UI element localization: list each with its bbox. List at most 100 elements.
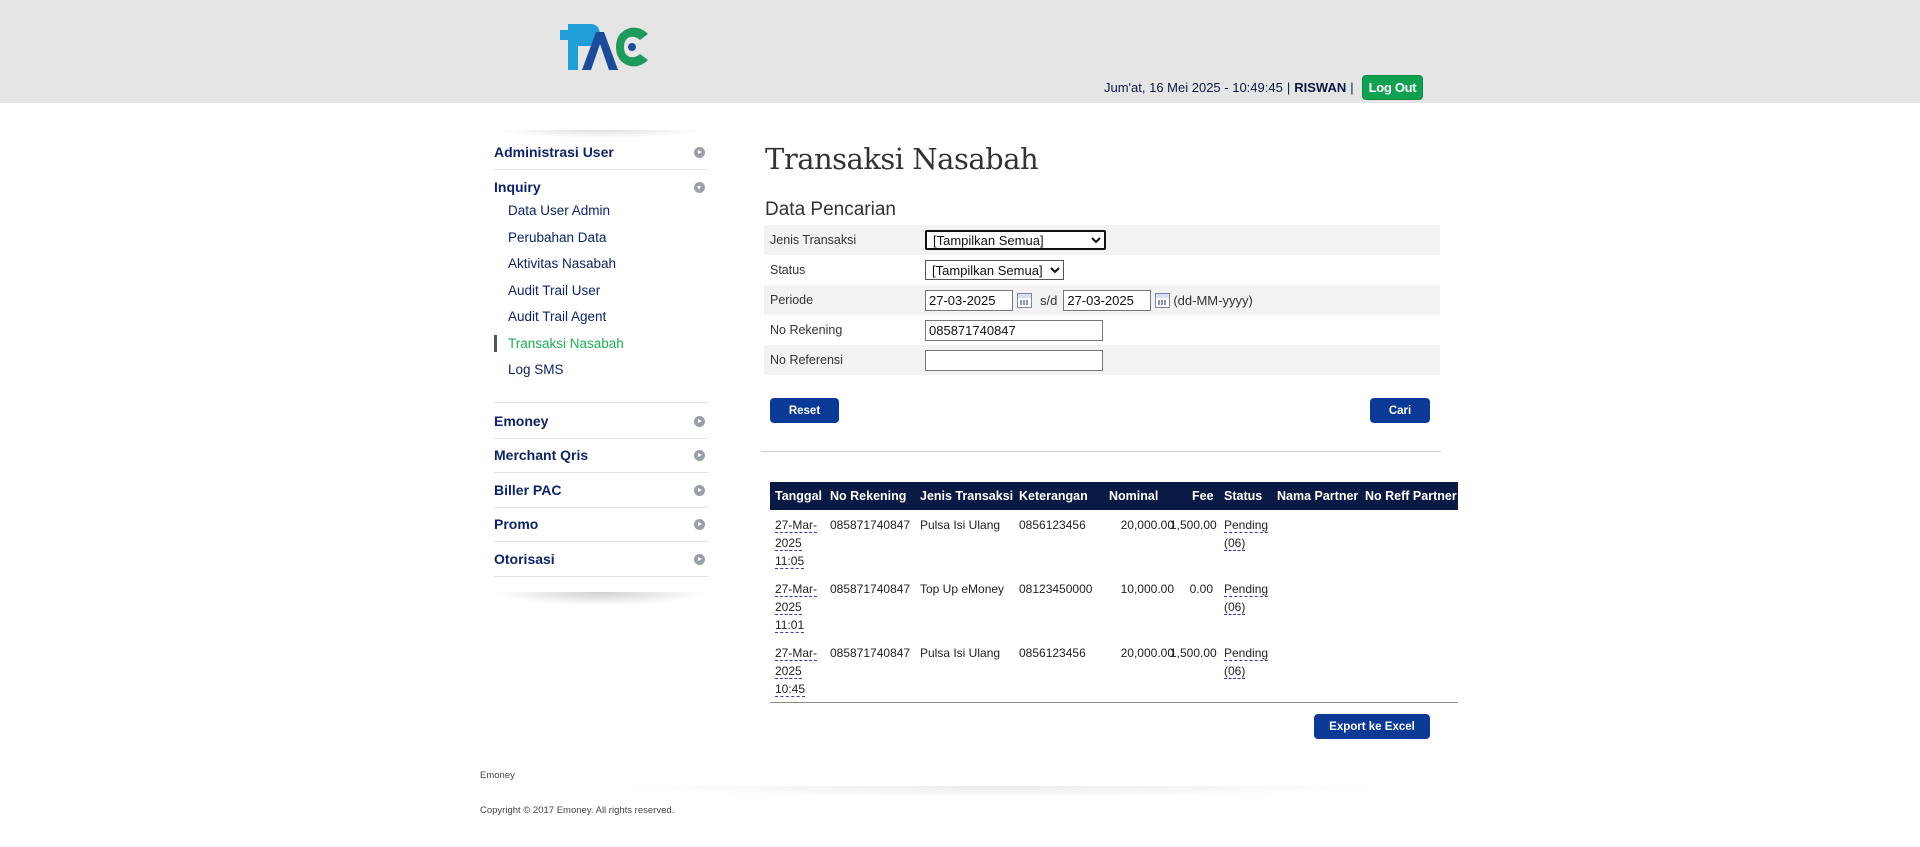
col-nominal[interactable]: Nominal (1109, 489, 1158, 503)
col-status[interactable]: Status (1224, 489, 1262, 503)
form-row-rekening: No Rekening (764, 315, 1440, 345)
sidebar-item-perubahan-data[interactable]: Perubahan Data (508, 230, 606, 245)
form-row-referensi: No Referensi (764, 345, 1440, 375)
jenis-transaksi-select[interactable]: [Tampilkan Semua] (925, 230, 1106, 250)
footer-label: Emoney (480, 770, 515, 781)
tanggal-link[interactable]: 27-Mar- (775, 518, 818, 533)
sidebar-item-transaksi-nasabah[interactable]: Transaksi Nasabah (508, 336, 624, 351)
periode-to-input[interactable] (1063, 289, 1152, 311)
col-no-rekening[interactable]: No Rekening (830, 489, 906, 503)
copyright-text: Copyright © 2017 Emoney. All rights rese… (480, 805, 675, 816)
cell-jenis: Pulsa Isi Ulang (920, 518, 1001, 532)
table-row: 27-Mar- 2025 11:01 085871740847 Top Up e… (770, 580, 1458, 640)
status-link[interactable]: Pending (1224, 582, 1269, 597)
status-link[interactable]: Pending (1224, 518, 1269, 533)
rekening-input[interactable] (925, 319, 1103, 341)
periode-label: Periode (770, 293, 814, 307)
chevron-down-icon (694, 181, 705, 193)
sidebar-group-biller-pac[interactable]: Biller PAC (494, 480, 708, 508)
date-format-hint: (dd-MM-yyyy) (1173, 292, 1253, 308)
sidebar-group-label: Merchant Qris (494, 447, 589, 463)
reset-button[interactable]: Reset (770, 398, 839, 423)
sidebar-group-emoney[interactable]: Emoney (494, 411, 708, 439)
status-link[interactable]: (06) (1224, 600, 1246, 615)
cell-fee: 1,500.00 (1170, 646, 1217, 660)
status-select[interactable]: [Tampilkan Semua] (925, 260, 1064, 280)
cari-button[interactable]: Cari (1370, 398, 1430, 423)
referensi-input[interactable] (925, 349, 1103, 371)
tanggal-link[interactable]: 11:05 (775, 554, 805, 569)
cell-status: Pending (06) (1224, 644, 1269, 680)
datetime-text: Jum'at, 16 Mei 2025 - 10:49:45 (1104, 79, 1283, 95)
separator: | (1286, 79, 1291, 95)
calendar-icon[interactable] (1017, 292, 1032, 308)
section-title: Data Pencarian (765, 199, 896, 220)
table-row: 27-Mar- 2025 11:05 085871740847 Pulsa Is… (770, 516, 1458, 576)
sidebar-group-inquiry[interactable]: Inquiry Data User Admin Perubahan Data A… (494, 177, 708, 403)
col-keterangan[interactable]: Keterangan (1019, 489, 1088, 503)
tanggal-link[interactable]: 2025 (775, 600, 802, 615)
tanggal-link[interactable]: 27-Mar- (775, 646, 818, 661)
form-row-periode: Periode s/d (dd-MM-yyyy) (764, 285, 1440, 315)
cell-keterangan: 0856123456 (1019, 518, 1086, 532)
periode-separator: s/d (1040, 292, 1058, 308)
header: Jum'at, 16 Mei 2025 - 10:49:45 | RISWAN … (0, 0, 1920, 103)
col-no-reff-partner[interactable]: No Reff Partner (1365, 489, 1457, 503)
cell-tanggal: 27-Mar- 2025 11:05 (775, 516, 819, 570)
col-tanggal[interactable]: Tanggal (775, 489, 822, 503)
sidebar-group-promo[interactable]: Promo (494, 514, 708, 542)
tanggal-link[interactable]: 11:01 (775, 618, 805, 633)
chevron-right-icon (694, 146, 705, 158)
sidebar-group-administrasi-user[interactable]: Administrasi User (494, 142, 708, 170)
periode-from-input[interactable] (925, 289, 1013, 311)
col-jenis-transaksi[interactable]: Jenis Transaksi (920, 489, 1013, 503)
sidebar-group-label: Otorisasi (494, 551, 555, 567)
col-fee[interactable]: Fee (1192, 489, 1214, 503)
cell-nominal: 20,000.00 (1120, 646, 1174, 660)
tanggal-link[interactable]: 2025 (775, 536, 802, 551)
sidebar-item-aktivitas-nasabah[interactable]: Aktivitas Nasabah (508, 256, 616, 271)
cell-status: Pending (06) (1224, 516, 1269, 552)
cell-status: Pending (06) (1224, 580, 1269, 616)
username: RISWAN (1294, 79, 1347, 95)
cell-tanggal: 27-Mar- 2025 11:01 (775, 580, 819, 634)
cell-nominal: 20,000.00 (1120, 518, 1174, 532)
chevron-right-icon (694, 415, 705, 427)
table-bottom-border (770, 702, 1458, 703)
status-label: Status (770, 263, 806, 277)
active-indicator (494, 335, 497, 352)
pac-logo[interactable] (560, 24, 650, 70)
export-excel-button[interactable]: Export ke Excel (1314, 714, 1430, 739)
col-nama-partner[interactable]: Nama Partner (1277, 489, 1358, 503)
cell-nominal: 10,000.00 (1120, 582, 1174, 596)
status-link[interactable]: (06) (1224, 664, 1246, 679)
sidebar-group-merchant-qris[interactable]: Merchant Qris (494, 445, 708, 473)
tanggal-link[interactable]: 10:45 (775, 682, 806, 697)
chevron-right-icon (694, 518, 705, 530)
status-link[interactable]: (06) (1224, 536, 1246, 551)
chevron-right-icon (694, 449, 705, 461)
sidebar-item-log-sms[interactable]: Log SMS (508, 362, 564, 377)
status-link[interactable]: Pending (1224, 646, 1269, 661)
rekening-label: No Rekening (770, 323, 843, 337)
cell-keterangan: 0856123456 (1019, 646, 1086, 660)
logout-button[interactable]: Log Out (1361, 74, 1424, 100)
cell-jenis: Pulsa Isi Ulang (920, 646, 1001, 660)
tanggal-link[interactable]: 27-Mar- (775, 582, 818, 597)
sidebar-item-audit-trail-user[interactable]: Audit Trail User (508, 283, 600, 298)
sidebar-shadow (494, 130, 708, 138)
separator: | (1350, 79, 1354, 95)
sidebar-shadow (494, 592, 708, 606)
sidebar-group-label: Administrasi User (494, 144, 614, 160)
sidebar-item-data-user-admin[interactable]: Data User Admin (508, 203, 610, 218)
divider (761, 451, 1441, 452)
table-header: Tanggal No Rekening Jenis Transaksi Kete… (770, 482, 1458, 510)
tanggal-link[interactable]: 2025 (775, 664, 802, 679)
sidebar-group-label: Emoney (494, 413, 549, 429)
cell-keterangan: 08123450000 (1019, 582, 1093, 596)
table-row: 27-Mar- 2025 10:45 085871740847 Pulsa Is… (770, 644, 1458, 704)
sidebar-group-otorisasi[interactable]: Otorisasi (494, 549, 708, 577)
sidebar-group-label: Inquiry (494, 179, 541, 195)
sidebar-item-audit-trail-agent[interactable]: Audit Trail Agent (508, 309, 606, 324)
calendar-icon[interactable] (1155, 292, 1171, 308)
